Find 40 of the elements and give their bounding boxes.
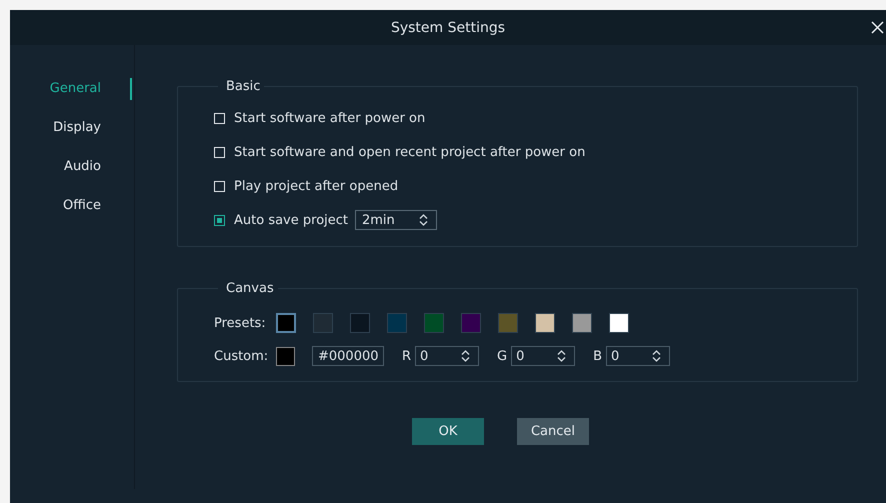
number-field[interactable]: 0 [415, 346, 480, 366]
close-icon[interactable] [871, 21, 884, 34]
color-swatch[interactable] [461, 313, 481, 333]
spinner-icon[interactable] [461, 350, 470, 362]
number-field[interactable]: 0 [511, 346, 576, 366]
cancel-button[interactable]: Cancel [517, 418, 589, 445]
color-swatch[interactable] [535, 313, 555, 333]
sidebar-item[interactable]: Display [10, 120, 134, 159]
spinner-icon[interactable] [652, 350, 662, 362]
checkbox[interactable] [214, 214, 225, 226]
sidebar-item[interactable]: General [10, 81, 134, 120]
interval-select[interactable]: 2min [355, 210, 437, 230]
sidebar-item[interactable]: Audio [10, 159, 134, 198]
option-label: Play project after opened [234, 178, 398, 194]
color-swatch[interactable] [276, 346, 295, 366]
color-swatch[interactable] [498, 313, 518, 333]
group-title: Canvas [225, 281, 275, 296]
color-swatch[interactable] [424, 313, 444, 333]
color-swatch[interactable] [276, 313, 296, 333]
presets-label: Presets: [214, 316, 267, 330]
color-swatch[interactable] [387, 313, 407, 333]
number-field[interactable]: 0 [606, 346, 670, 366]
option-label: Start software after power on [234, 110, 426, 126]
channel-label: R [402, 348, 412, 364]
color-swatch[interactable] [609, 313, 629, 333]
color-swatch[interactable] [572, 313, 592, 333]
spinner-icon[interactable] [557, 350, 566, 362]
window-title: System Settings [390, 20, 506, 36]
color-swatch[interactable] [350, 313, 370, 333]
custom-label: Custom: [214, 348, 270, 364]
ok-button[interactable]: OK [412, 418, 484, 445]
channel-label: G [497, 348, 508, 364]
option-label: Auto save project [234, 212, 348, 228]
spinner-icon[interactable] [419, 214, 428, 226]
color-swatch[interactable] [313, 313, 333, 333]
channel-label: B [593, 348, 602, 364]
sidebar-item[interactable]: Office [10, 198, 134, 237]
group-title: Basic [225, 79, 262, 94]
option-label: Start software and open recent project after power on [234, 144, 586, 160]
hex-field[interactable]: #000000 [312, 346, 384, 366]
